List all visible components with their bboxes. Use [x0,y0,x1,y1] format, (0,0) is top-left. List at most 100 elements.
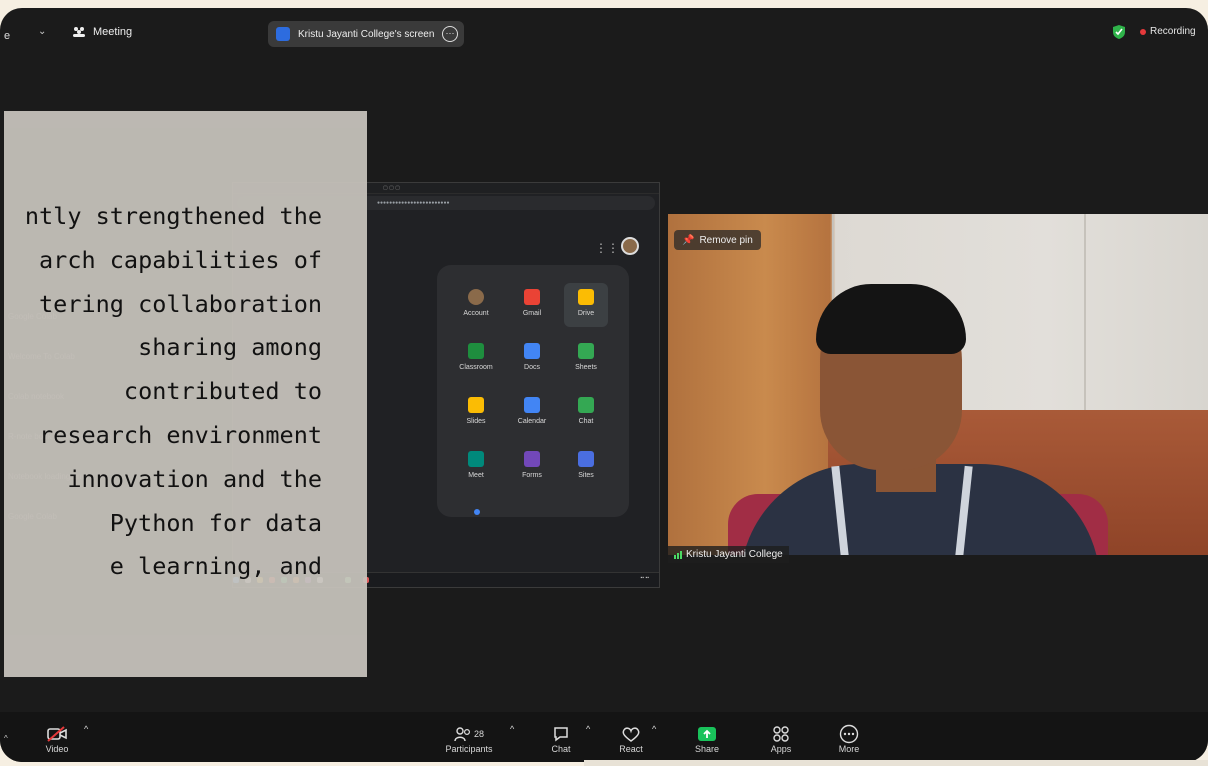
overlay-line: Python for data [109,508,322,537]
meeting-button[interactable]: Meeting [72,26,132,38]
video-label: Video [45,744,69,754]
react-button[interactable]: React [616,724,646,754]
app-sites: Sites [561,451,611,479]
account-avatar [621,237,639,255]
app-chat: Chat [561,397,611,425]
apps-label: Apps [770,744,792,754]
meet-icon [468,451,484,467]
security-shield-icon[interactable] [1112,24,1126,40]
overlay-line: e learning, and [109,552,322,581]
chat-options-caret[interactable]: ^ [586,724,590,734]
react-label: React [619,744,643,754]
chat-button[interactable]: Chat [548,724,574,754]
participants-options-caret[interactable]: ^ [510,724,514,734]
chat-label: Chat [551,744,571,754]
participant-video[interactable] [668,214,1208,555]
screen-share-indicator[interactable]: Kristu Jayanti College's screen ··· [268,21,464,47]
app-label: Calendar [517,418,547,425]
video-button[interactable]: Video [40,724,74,754]
remove-pin-button[interactable]: 📌 Remove pin [674,230,761,250]
share-screen-icon [276,27,290,41]
drive-icon [578,289,594,305]
meeting-icon [73,27,85,37]
classroom-icon [468,343,484,359]
meeting-toolbar: ^ Video ^ 28 Participants ^ Chat ^ React… [0,712,1208,762]
slides-icon [468,397,484,413]
app-drive: Drive [561,283,611,327]
share-button[interactable]: Share [692,724,722,754]
share-label: Share [694,744,720,754]
view-menu-fragment[interactable]: e [4,30,10,42]
app-sheets: Sheets [561,343,611,371]
signal-bars-icon [674,550,682,559]
app-label: Account [463,310,489,317]
overlay-line: contributed to [123,377,322,406]
app-label: Forms [522,472,542,479]
participants-count: 28 [473,729,484,739]
calendar-icon [524,397,540,413]
participants-label: Participants [445,744,493,754]
participant-name-tag: Kristu Jayanti College [668,546,789,563]
scroll-indicator [474,509,480,515]
account-icon [468,289,484,305]
video-off-icon [47,726,67,742]
chat-icon [554,727,568,742]
zoom-window: e ⌄ Meeting Kristu Jayanti College's scr… [0,8,1208,762]
app-docs: Docs [507,343,557,371]
forms-icon [524,451,540,467]
apps-button[interactable]: Apps [766,724,796,754]
app-label: Docs [524,364,540,371]
recording-dot-icon [1140,28,1146,35]
chevron-up-icon[interactable]: ^ [4,734,8,743]
app-gmail: Gmail [507,289,557,317]
google-apps-panel: Account Gmail Drive Classroom Docs Sheets Slid… [437,265,629,517]
top-bar: e ⌄ Meeting Kristu Jayanti College's scr… [0,8,1208,54]
gmail-icon [524,289,540,305]
more-button[interactable]: More [834,724,864,754]
react-options-caret[interactable]: ^ [652,724,656,734]
app-label: Gmail [522,310,542,317]
overlay-line: ntly strengthened the [24,202,322,230]
more-label: More [838,744,860,754]
app-slides: Slides [451,397,501,425]
app-classroom: Classroom [451,343,501,371]
recording-indicator[interactable]: Recording [1140,26,1196,37]
overlay-line: innovation and the [67,464,322,493]
app-label: Sites [578,472,594,479]
app-account: Account [451,289,501,317]
participant-name: Kristu Jayanti College [686,549,783,560]
sheets-icon [578,343,594,359]
app-calendar: Calendar [507,397,557,425]
overlay-line: research environment [39,420,322,449]
participants-button[interactable]: 28 Participants [440,724,498,754]
more-options-icon[interactable]: ··· [442,26,458,42]
meeting-label: Meeting [93,26,133,38]
video-options-caret[interactable]: ^ [84,724,88,734]
recording-label: Recording [1150,26,1196,37]
caption-overlay: ntly strengthened the arch capabilities o… [4,111,367,677]
desktop-edge [584,760,1208,766]
overlay-line: arch capabilities of [39,245,322,274]
more-icon [839,724,859,744]
app-label: Meet [468,472,484,479]
chat-icon [578,397,594,413]
overlay-line: tering collaboration [39,289,322,318]
pin-icon: 📌 [682,234,695,246]
sites-icon [578,451,594,467]
app-forms: Forms [507,451,557,479]
app-label: Drive [577,310,595,317]
apps-icon [773,726,789,742]
app-label: Sheets [575,364,597,371]
heart-icon [622,727,640,742]
app-label: Chat [578,418,594,425]
share-screen-icon [698,727,716,741]
chevron-down-icon[interactable]: ⌄ [38,26,46,37]
overlay-text: ntly strengthened the arch capabilities o… [4,195,322,589]
shared-clock: ▪▪ ▪▪ [640,575,649,581]
docs-icon [524,343,540,359]
share-label: Kristu Jayanti College's screen [298,28,435,40]
remove-pin-label: Remove pin [699,234,753,246]
app-label: Slides [466,418,486,425]
app-label: Classroom [459,364,493,371]
app-meet: Meet [451,451,501,479]
